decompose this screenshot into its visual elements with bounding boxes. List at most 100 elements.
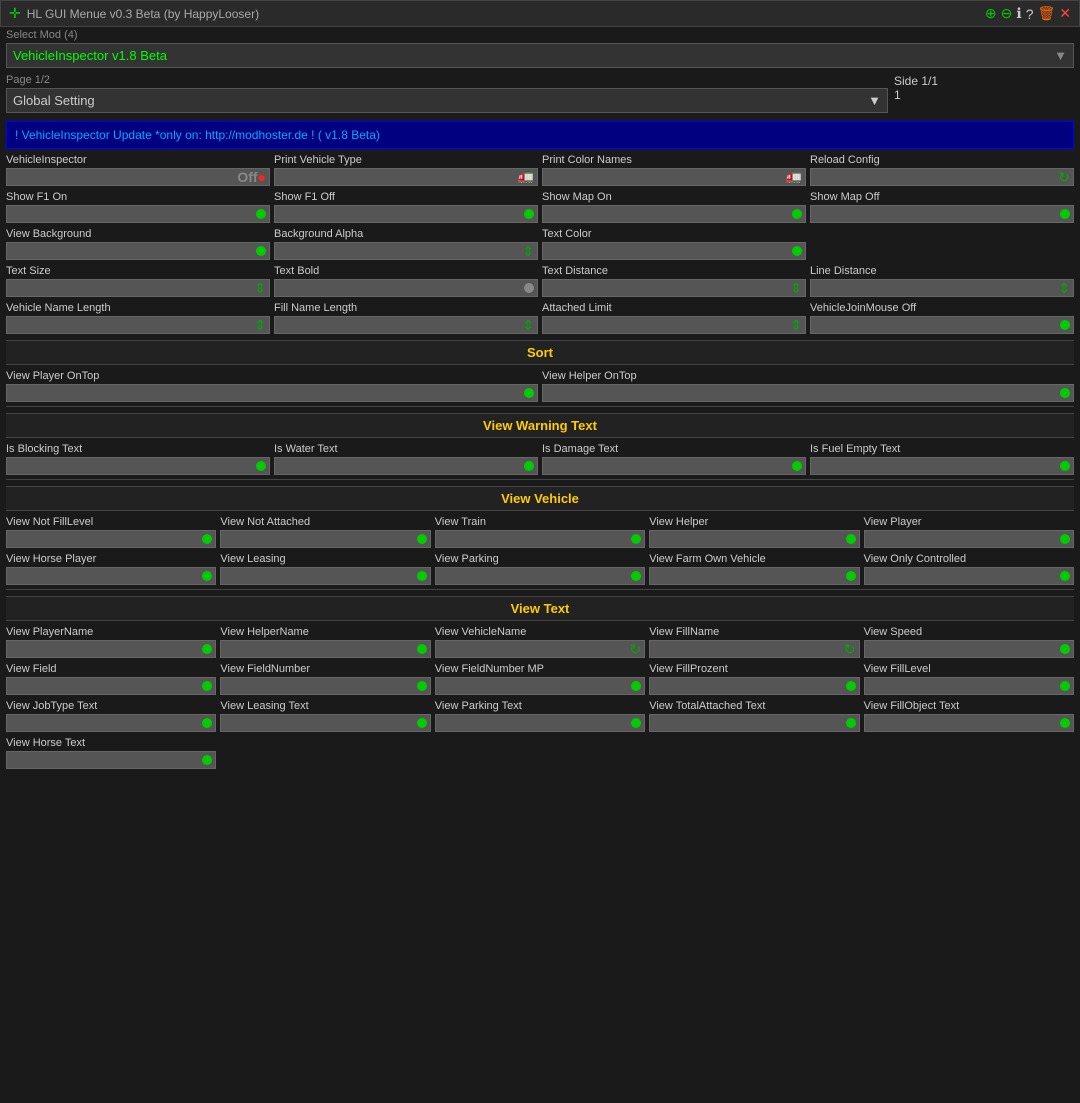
help-button[interactable]: ?	[1026, 6, 1034, 22]
show-map-on-bar[interactable]	[542, 205, 806, 223]
print-color-names-bar[interactable]: 🚛	[542, 168, 806, 186]
view-not-filllevel-bar[interactable]	[6, 530, 216, 548]
info-button[interactable]: ℹ	[1016, 5, 1021, 22]
view-not-attached-bar[interactable]	[220, 530, 430, 548]
text-color-label: Text Color	[542, 227, 806, 241]
view-helpername-bar[interactable]	[220, 640, 430, 658]
view-horse-text-bar[interactable]	[6, 751, 216, 769]
text-bold-bar[interactable]	[274, 279, 538, 297]
show-f1-on-bar[interactable]	[6, 205, 270, 223]
empty-3	[649, 736, 859, 769]
attached-limit-bar[interactable]: ⇕	[542, 316, 806, 334]
vehicle-inspector-control: VehicleInspector Off	[6, 153, 270, 186]
view-leasing-text-bar[interactable]	[220, 714, 430, 732]
page-dropdown[interactable]: Global Setting ▼	[6, 88, 888, 113]
add-button[interactable]: ⊕	[985, 5, 997, 22]
is-blocking-text-dot	[256, 461, 266, 471]
row-1: VehicleInspector Off Print Vehicle Type …	[6, 153, 1074, 186]
view-only-controlled-dot	[1060, 571, 1070, 581]
text-row-3: View JobType Text View Leasing Text View…	[6, 699, 1074, 732]
view-leasing-bar[interactable]	[220, 567, 430, 585]
vehicle-name-length-bar[interactable]: ⇕	[6, 316, 270, 334]
view-vehiclename-bar[interactable]: ↻	[435, 640, 645, 658]
fill-name-length-bar[interactable]: ⇕	[274, 316, 538, 334]
view-background-bar[interactable]	[6, 242, 270, 260]
is-water-text-bar[interactable]	[274, 457, 538, 475]
view-playername-bar[interactable]	[6, 640, 216, 658]
view-train-dot	[631, 534, 641, 544]
view-farm-own-vehicle-label: View Farm Own Vehicle	[649, 552, 859, 566]
view-player-control: View Player	[864, 515, 1074, 548]
empty-col-3	[810, 227, 1074, 260]
view-not-attached-control: View Not Attached	[220, 515, 430, 548]
view-helper-label: View Helper	[649, 515, 859, 529]
view-player-bar[interactable]	[864, 530, 1074, 548]
view-not-filllevel-dot	[202, 534, 212, 544]
view-fieldnumber-bar[interactable]	[220, 677, 430, 695]
view-player-on-top-dot	[524, 388, 534, 398]
view-parking-text-bar[interactable]	[435, 714, 645, 732]
view-totalattached-text-control: View TotalAttached Text	[649, 699, 859, 732]
show-f1-on-control: Show F1 On	[6, 190, 270, 223]
view-filllevel-bar[interactable]	[864, 677, 1074, 695]
show-map-off-bar[interactable]	[810, 205, 1074, 223]
view-totalattached-text-bar[interactable]	[649, 714, 859, 732]
view-train-bar[interactable]	[435, 530, 645, 548]
view-horse-player-dot	[202, 571, 212, 581]
side-col: Side 1/1 1	[894, 74, 1074, 113]
view-fillobject-text-bar[interactable]	[864, 714, 1074, 732]
print-vehicle-type-bar[interactable]: 🚛	[274, 168, 538, 186]
view-filllevel-label: View FillLevel	[864, 662, 1074, 676]
view-field-bar[interactable]	[6, 677, 216, 695]
close-button[interactable]: ✕	[1059, 5, 1071, 22]
view-farm-own-vehicle-dot	[846, 571, 856, 581]
is-damage-text-bar[interactable]	[542, 457, 806, 475]
vehicle-join-mouse-off-bar[interactable]	[810, 316, 1074, 334]
view-horse-player-bar[interactable]	[6, 567, 216, 585]
text-size-bar[interactable]: ⇕	[6, 279, 270, 297]
save-button[interactable]: 🗑	[1037, 5, 1055, 22]
empty-1	[220, 736, 430, 769]
show-map-on-dot	[792, 209, 802, 219]
show-f1-off-bar[interactable]	[274, 205, 538, 223]
vehicle-row-2: View Horse Player View Leasing View Park…	[6, 552, 1074, 585]
text-color-bar[interactable]	[542, 242, 806, 260]
is-blocking-text-bar[interactable]	[6, 457, 270, 475]
attached-limit-label: Attached Limit	[542, 301, 806, 315]
page-value: Global Setting	[13, 93, 95, 108]
show-map-off-label: Show Map Off	[810, 190, 1074, 204]
view-jobtype-text-bar[interactable]	[6, 714, 216, 732]
view-farm-own-vehicle-bar[interactable]	[649, 567, 859, 585]
vehicle-inspector-bar[interactable]: Off	[6, 168, 270, 186]
text-color-dot	[792, 246, 802, 256]
view-fillname-bar[interactable]: ↻	[649, 640, 859, 658]
reload-config-bar[interactable]: ↻	[810, 168, 1074, 186]
view-fieldnumber-mp-dot	[631, 681, 641, 691]
move-icon[interactable]: ✛	[9, 5, 21, 22]
view-player-on-top-bar[interactable]	[6, 384, 538, 402]
text-size-label: Text Size	[6, 264, 270, 278]
is-fuel-empty-text-bar[interactable]	[810, 457, 1074, 475]
view-not-attached-label: View Not Attached	[220, 515, 430, 529]
view-parking-bar[interactable]	[435, 567, 645, 585]
vehicle-inspector-value: Off	[237, 169, 257, 185]
view-only-controlled-bar[interactable]	[864, 567, 1074, 585]
page-label: Page 1/2	[6, 74, 888, 86]
view-fillprozent-bar[interactable]	[649, 677, 859, 695]
view-player-label: View Player	[864, 515, 1074, 529]
line-distance-bar[interactable]: ⇕	[810, 279, 1074, 297]
view-speed-bar[interactable]	[864, 640, 1074, 658]
mod-select-dropdown[interactable]: VehicleInspector v1.8 Beta ▼	[6, 43, 1074, 68]
view-fieldnumber-mp-bar[interactable]	[435, 677, 645, 695]
view-leasing-control: View Leasing	[220, 552, 430, 585]
show-f1-on-dot	[256, 209, 266, 219]
view-playername-dot	[202, 644, 212, 654]
text-distance-bar[interactable]: ⇕	[542, 279, 806, 297]
remove-button[interactable]: ⊖	[1001, 5, 1013, 22]
text-color-control: Text Color	[542, 227, 806, 260]
view-helper-on-top-bar[interactable]	[542, 384, 1074, 402]
view-helper-on-top-dot	[1060, 388, 1070, 398]
title-bar-left: ✛ HL GUI Menue v0.3 Beta (by HappyLooser…	[9, 5, 259, 22]
background-alpha-bar[interactable]: ⇕	[274, 242, 538, 260]
view-helper-bar[interactable]	[649, 530, 859, 548]
